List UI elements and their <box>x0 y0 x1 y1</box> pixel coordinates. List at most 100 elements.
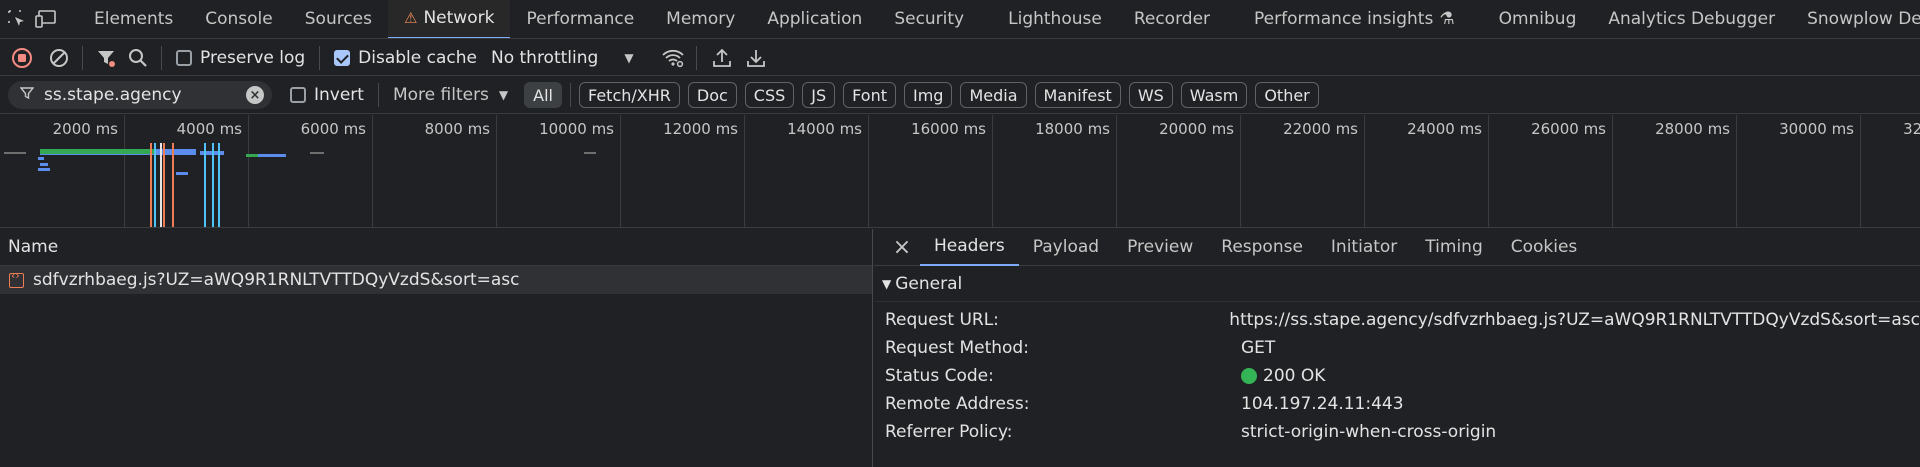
upload-icon <box>712 48 731 67</box>
filter-type-label: Other <box>1264 85 1310 105</box>
tab-label: Snowplow Debugger <box>1807 9 1920 29</box>
filter-button[interactable] <box>91 43 121 73</box>
disable-cache-checkbox[interactable]: Disable cache <box>334 48 477 68</box>
inspect-element-icon[interactable] <box>6 4 28 34</box>
tab-analytics-debugger[interactable]: Analytics Debugger <box>1592 0 1791 38</box>
tab-recorder[interactable]: Recorder <box>1118 0 1226 38</box>
device-toolbar-icon[interactable] <box>34 4 58 34</box>
toolbar-separator <box>319 45 321 70</box>
filter-type-label: Doc <box>696 85 728 105</box>
tab-cookies[interactable]: Cookies <box>1497 229 1592 266</box>
header-key: Request Method: <box>885 338 1029 358</box>
network-overview-timeline[interactable]: 2000 ms 4000 ms 6000 ms 8000 ms 10000 ms 1200… <box>0 115 1920 228</box>
status-dot-icon <box>1241 368 1257 384</box>
timeline-tick-label: 26000 ms <box>1531 120 1606 138</box>
tab-headers[interactable]: Headers <box>920 229 1019 266</box>
timeline-event-marker <box>204 143 206 227</box>
filter-type-img[interactable]: Img <box>904 82 953 108</box>
general-section-header[interactable]: ▼ General <box>874 266 1920 302</box>
invert-checkbox[interactable]: Invert <box>290 85 364 105</box>
tab-sources[interactable]: Sources <box>289 0 388 38</box>
more-filters-dropdown[interactable]: More filters ▼ <box>393 85 508 105</box>
filter-type-js[interactable]: JS <box>802 82 836 108</box>
filter-type-ws[interactable]: WS <box>1128 82 1173 108</box>
header-row-referrer-policy: Referrer Policy: strict-origin-when-cros… <box>874 418 1920 446</box>
request-row[interactable]: sdfvzrhbaeg.js?UZ=aWQ9R1RNLTVTTDQyVzdS&s… <box>0 266 872 294</box>
tab-security[interactable]: Security <box>878 0 980 38</box>
tab-label: Security <box>894 9 965 29</box>
tab-console[interactable]: Console <box>189 0 289 38</box>
filter-bar: ss.stape.agency × Invert More filters ▼ A… <box>0 77 1920 114</box>
checkbox-box[interactable] <box>290 87 306 103</box>
throttling-label: No throttling <box>490 47 599 68</box>
timeline-request-bar <box>38 168 50 171</box>
tab-performance[interactable]: Performance <box>510 0 650 38</box>
filter-type-fetch-xhr[interactable]: Fetch/XHR <box>579 82 680 108</box>
checkbox-box[interactable] <box>334 49 351 66</box>
tab-label: Preview <box>1127 237 1194 257</box>
timeline-grid-line <box>620 115 621 227</box>
timeline-request-bar <box>4 152 26 154</box>
close-icon[interactable]: × <box>884 229 920 266</box>
filter-type-media[interactable]: Media <box>960 82 1027 108</box>
search-button[interactable] <box>123 43 153 73</box>
filter-type-label: JS <box>811 85 827 105</box>
tab-payload[interactable]: Payload <box>1019 229 1113 266</box>
import-har-button[interactable] <box>707 43 737 73</box>
status-value: 200 OK <box>1241 366 1325 386</box>
timeline-grid-line <box>1240 115 1241 227</box>
tab-network[interactable]: ⚠ Network <box>388 0 511 38</box>
toolbar-separator <box>82 45 83 70</box>
tab-label: Cookies <box>1510 237 1578 257</box>
wifi-settings-icon <box>661 49 684 67</box>
tab-elements[interactable]: Elements <box>78 0 189 38</box>
tab-preview[interactable]: Preview <box>1113 229 1207 266</box>
filter-type-label: Manifest <box>1043 85 1112 105</box>
filter-value[interactable]: ss.stape.agency <box>44 85 246 105</box>
timeline-event-marker <box>172 143 174 227</box>
timeline-request-bar <box>246 154 258 157</box>
script-file-icon <box>9 269 24 288</box>
timeline-event-marker <box>218 143 220 227</box>
more-filters-label: More filters <box>392 85 489 105</box>
tab-memory[interactable]: Memory <box>650 0 751 38</box>
tab-response[interactable]: Response <box>1207 229 1317 266</box>
header-value: 104.197.24.11:443 <box>1241 394 1404 414</box>
network-conditions-button[interactable] <box>658 43 688 73</box>
tab-performance-insights[interactable]: Performance insights ⚗ <box>1238 0 1471 38</box>
tab-label: Application <box>767 9 863 29</box>
timeline-tick-label: 24000 ms <box>1407 120 1482 138</box>
timeline-grid-line <box>1364 115 1365 227</box>
tab-snowplow-debugger[interactable]: Snowplow Debugger <box>1791 0 1920 38</box>
tab-timing[interactable]: Timing <box>1411 229 1496 266</box>
filter-type-wasm[interactable]: Wasm <box>1180 82 1248 108</box>
column-header-name[interactable]: Name <box>0 229 872 266</box>
timeline-tick-label: 18000 ms <box>1035 120 1110 138</box>
tab-application[interactable]: Application <box>751 0 878 38</box>
timeline-tick-label: 16000 ms <box>911 120 986 138</box>
filter-type-other[interactable]: Other <box>1255 82 1319 108</box>
tab-omnibug[interactable]: Omnibug <box>1483 0 1593 38</box>
clear-filter-icon[interactable]: × <box>246 86 264 104</box>
tab-initiator[interactable]: Initiator <box>1317 229 1411 266</box>
filter-input[interactable]: ss.stape.agency × <box>8 81 272 109</box>
tab-label: Response <box>1221 237 1303 257</box>
clear-button[interactable] <box>44 43 74 73</box>
toolbar-separator <box>695 45 697 70</box>
timeline-grid-line <box>1488 115 1489 227</box>
chevron-down-icon: ▼ <box>624 50 634 65</box>
filter-type-manifest[interactable]: Manifest <box>1034 82 1121 108</box>
filter-type-css[interactable]: CSS <box>744 82 795 108</box>
filter-type-font[interactable]: Font <box>843 82 896 108</box>
checkbox-box[interactable] <box>176 49 192 66</box>
tab-lighthouse[interactable]: Lighthouse <box>992 0 1118 38</box>
preserve-log-checkbox[interactable]: Preserve log <box>176 48 305 68</box>
filter-type-doc[interactable]: Doc <box>687 82 737 108</box>
throttling-select[interactable]: No throttling ▼ <box>491 48 634 68</box>
header-key: Referrer Policy: <box>885 422 1013 442</box>
search-icon <box>129 48 147 67</box>
filter-type-all[interactable]: All <box>524 82 562 108</box>
stop-recording-button[interactable] <box>7 43 37 73</box>
timeline-grid-line <box>1116 115 1117 227</box>
export-har-button[interactable] <box>741 43 771 73</box>
